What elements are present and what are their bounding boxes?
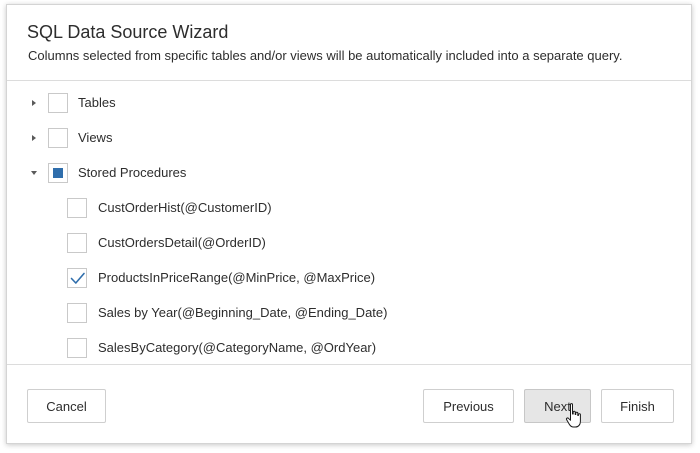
tree-node-label: Sales by Year(@Beginning_Date, @Ending_D…: [98, 305, 388, 320]
tree-node-label: CustOrderHist(@CustomerID): [98, 200, 272, 215]
tree-node-label: CustOrdersDetail(@OrderID): [98, 235, 266, 250]
tables-checkbox[interactable]: [48, 93, 68, 113]
tree-node-salesbycategory[interactable]: SalesByCategory(@CategoryName, @OrdYear): [67, 335, 467, 361]
tree-node-label: ProductsInPriceRange(@MinPrice, @MaxPric…: [98, 270, 376, 285]
custordersdetail-checkbox[interactable]: [67, 233, 87, 253]
tree-node-label: Stored Procedures: [78, 165, 187, 180]
dialog-footer: Cancel Previous Next Finish: [7, 364, 691, 444]
triangle-down-icon[interactable]: [27, 160, 41, 186]
dialog-header: SQL Data Source Wizard Columns selected …: [7, 5, 691, 81]
tree-node-stored-procedures[interactable]: Stored Procedures: [27, 160, 327, 186]
tree-node-views[interactable]: Views: [27, 125, 327, 151]
views-checkbox[interactable]: [48, 128, 68, 148]
dialog-subtitle: Columns selected from specific tables an…: [28, 48, 623, 63]
tree-node-label: Views: [78, 130, 113, 145]
tree-node-custordersdetail[interactable]: CustOrdersDetail(@OrderID): [67, 230, 467, 256]
productsinpricerange-checkbox[interactable]: [67, 268, 87, 288]
finish-button[interactable]: Finish: [601, 389, 674, 423]
cancel-button[interactable]: Cancel: [27, 389, 106, 423]
sales-by-year-checkbox[interactable]: [67, 303, 87, 323]
previous-button[interactable]: Previous: [423, 389, 514, 423]
custorderhist-checkbox[interactable]: [67, 198, 87, 218]
sql-data-source-wizard-dialog: SQL Data Source Wizard Columns selected …: [6, 4, 692, 444]
tree-node-productsinpricerange[interactable]: ProductsInPriceRange(@MinPrice, @MaxPric…: [67, 265, 467, 291]
salesbycategory-checkbox[interactable]: [67, 338, 87, 358]
tree-node-label: Tables: [78, 95, 116, 110]
stored-procedures-checkbox[interactable]: [48, 163, 68, 183]
checkmark-icon: [70, 272, 85, 284]
triangle-right-icon[interactable]: [27, 90, 41, 116]
tree-node-tables[interactable]: Tables: [27, 90, 327, 116]
next-button[interactable]: Next: [524, 389, 591, 423]
data-source-tree: Tables Views Stored Procedures CustOrder…: [7, 81, 691, 363]
dialog-title: SQL Data Source Wizard: [27, 22, 229, 42]
tree-node-custorderhist[interactable]: CustOrderHist(@CustomerID): [67, 195, 467, 221]
tree-node-label: SalesByCategory(@CategoryName, @OrdYear): [98, 340, 377, 355]
tree-node-sales-by-year[interactable]: Sales by Year(@Beginning_Date, @Ending_D…: [67, 300, 467, 326]
indeterminate-mark-icon: [53, 168, 63, 178]
triangle-right-icon[interactable]: [27, 125, 41, 151]
